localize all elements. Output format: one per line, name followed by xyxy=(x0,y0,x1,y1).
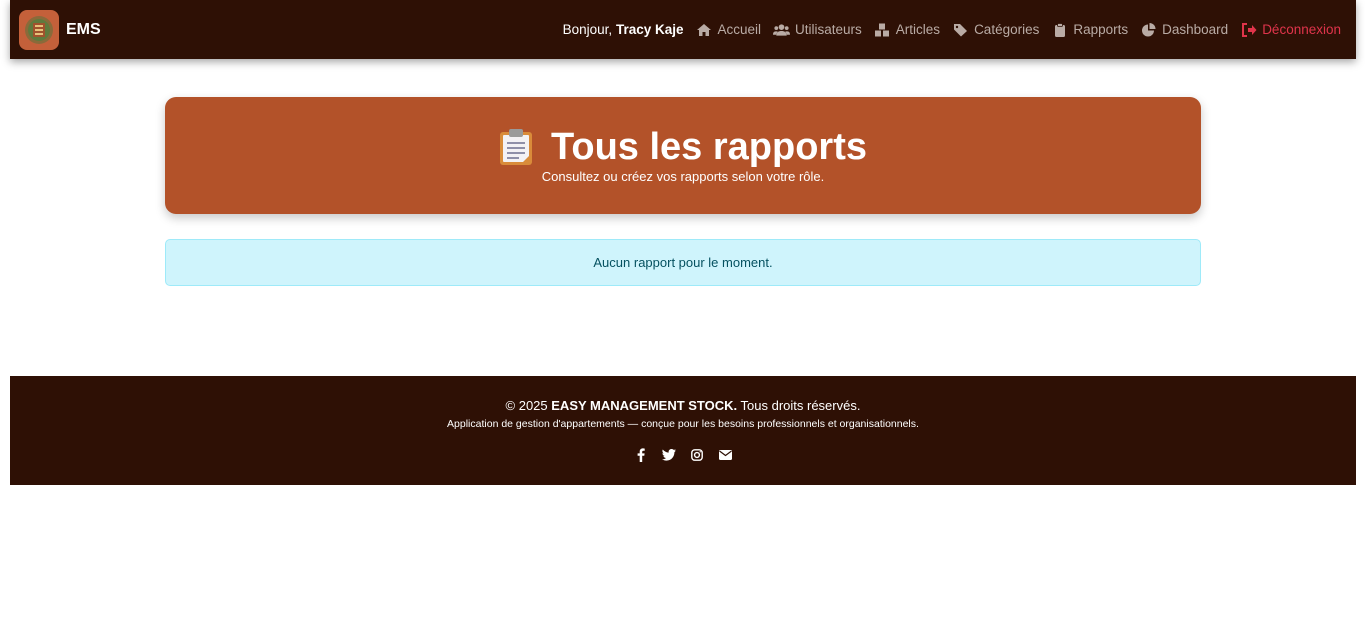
social-links xyxy=(10,448,1356,462)
page-title-row: Tous les rapports xyxy=(165,125,1201,169)
nav-link-label: Articles xyxy=(895,22,941,37)
boxes-icon xyxy=(874,23,891,37)
page-title: Tous les rapports xyxy=(550,126,868,168)
copyright-suffix: Tous droits réservés. xyxy=(737,398,861,413)
nav-link-dashboard[interactable]: Dashboard xyxy=(1140,22,1228,37)
envelope-icon[interactable] xyxy=(718,448,732,462)
brand-name: EMS xyxy=(66,20,101,38)
user-name: Tracy Kaje xyxy=(615,22,684,37)
page-subtitle: Consultez ou créez vos rapports selon vo… xyxy=(541,169,825,184)
empty-reports-alert: Aucun rapport pour le moment. xyxy=(165,239,1201,286)
copyright-prefix: © 2025 xyxy=(505,398,552,413)
nav-link-label: Catégories xyxy=(974,22,1040,37)
nav-link-deconnexion[interactable]: Déconnexion xyxy=(1240,22,1341,37)
nav-link-label: Utilisateurs xyxy=(795,22,862,37)
brand-link[interactable]: EMS xyxy=(19,9,101,50)
top-navbar: EMS Bonjour, Tracy Kaje Accueil Utilisat… xyxy=(10,0,1356,59)
page-header-card: Tous les rapports Consultez ou créez vos… xyxy=(165,97,1201,214)
footer-description: Application de gestion d'appartements — … xyxy=(447,418,919,430)
site-footer: © 2025 EASY MANAGEMENT STOCK. Tous droit… xyxy=(10,376,1356,485)
instagram-icon[interactable] xyxy=(690,448,704,462)
clipboard-icon xyxy=(1051,22,1068,37)
users-icon xyxy=(773,23,791,37)
user-greeting: Bonjour, Tracy Kaje xyxy=(563,22,684,37)
clipboard-icon xyxy=(499,128,533,166)
nav-link-rapports[interactable]: Rapports xyxy=(1051,22,1128,37)
alert-message: Aucun rapport pour le moment. xyxy=(593,255,773,270)
nav-link-accueil[interactable]: Accueil xyxy=(695,22,761,37)
chart-pie-icon xyxy=(1140,22,1157,37)
nav-link-label: Dashboard xyxy=(1162,22,1229,37)
nav-link-label: Rapports xyxy=(1073,22,1129,37)
greeting-prefix: Bonjour, xyxy=(562,22,616,37)
nav-link-utilisateurs[interactable]: Utilisateurs xyxy=(773,22,862,37)
nav-link-label: Accueil xyxy=(717,22,762,37)
nav-link-categories[interactable]: Catégories xyxy=(952,22,1039,37)
company-name: EASY MANAGEMENT STOCK. xyxy=(551,398,738,413)
tags-icon xyxy=(952,23,969,37)
ems-logo xyxy=(19,9,59,50)
twitter-icon[interactable] xyxy=(662,448,676,462)
sign-out-icon xyxy=(1240,22,1257,37)
footer-copyright: © 2025 EASY MANAGEMENT STOCK. Tous droit… xyxy=(10,398,1356,413)
nav-link-articles[interactable]: Articles xyxy=(874,22,940,37)
home-icon xyxy=(695,23,712,37)
nav-link-label: Déconnexion xyxy=(1262,22,1341,37)
nav-menu: Bonjour, Tracy Kaje Accueil Utilisateurs xyxy=(563,22,1341,37)
facebook-icon[interactable] xyxy=(634,448,648,462)
